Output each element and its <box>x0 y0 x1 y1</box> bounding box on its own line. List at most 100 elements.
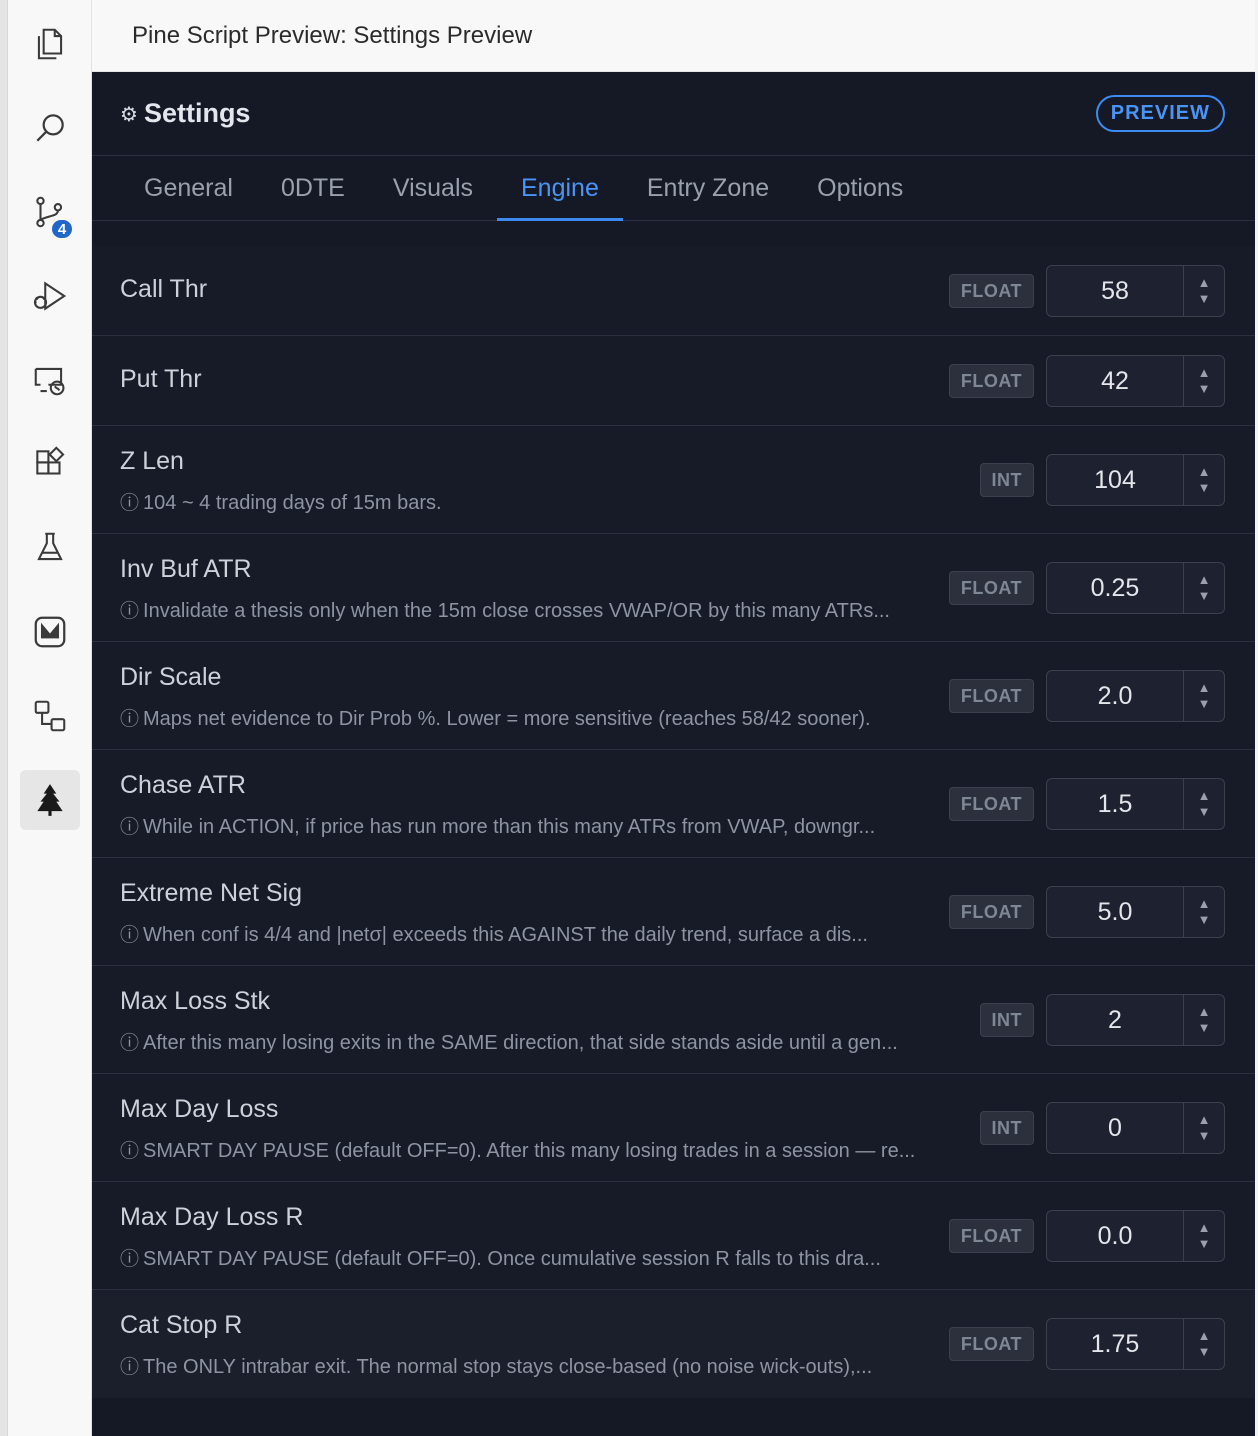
increment-icon[interactable]: ▲ <box>1198 897 1211 910</box>
preview-badge: PREVIEW <box>1095 95 1225 132</box>
input-value[interactable]: 5.0 <box>1047 887 1184 937</box>
input-value[interactable]: 104 <box>1047 455 1184 505</box>
setting-label: Put Thr <box>120 365 202 393</box>
number-input[interactable]: 42 ▲ ▼ <box>1046 355 1225 407</box>
tab-visuals[interactable]: Visuals <box>369 156 497 220</box>
decrement-icon[interactable]: ▼ <box>1198 1237 1211 1250</box>
increment-icon[interactable]: ▲ <box>1198 1113 1211 1126</box>
decrement-icon[interactable]: ▼ <box>1198 1345 1211 1358</box>
number-input[interactable]: 2 ▲ ▼ <box>1046 994 1225 1046</box>
decrement-icon[interactable]: ▼ <box>1198 589 1211 602</box>
input-value[interactable]: 0 <box>1047 1103 1184 1153</box>
increment-icon[interactable]: ▲ <box>1198 276 1211 289</box>
setting-label: Max Loss Stk <box>120 987 271 1015</box>
number-input[interactable]: 0.0 ▲ ▼ <box>1046 1210 1225 1262</box>
increment-icon[interactable]: ▲ <box>1198 573 1211 586</box>
number-input[interactable]: 5.0 ▲ ▼ <box>1046 886 1225 938</box>
files-icon <box>37 28 63 60</box>
setting-description: ⓘ Invalidate a thesis only when the 15m c… <box>120 596 890 623</box>
setting-label: Inv Buf ATR <box>120 555 252 583</box>
tab-0dte[interactable]: 0DTE <box>257 156 369 220</box>
increment-icon[interactable]: ▲ <box>1198 681 1211 694</box>
connections-button[interactable] <box>20 686 80 746</box>
setting-label: Call Thr <box>120 275 208 303</box>
type-tag: FLOAT <box>948 571 1034 605</box>
description-text: Maps net evidence to Dir Prob %. Lower =… <box>143 708 871 730</box>
tab-options[interactable]: Options <box>793 156 927 220</box>
decrement-icon[interactable]: ▼ <box>1198 805 1211 818</box>
search-button[interactable] <box>20 98 80 158</box>
setting-row-max-day-loss: Max Day Loss ⓘ SMART DAY PAUSE (default O… <box>92 1074 1255 1182</box>
increment-icon[interactable]: ▲ <box>1198 465 1211 478</box>
number-input[interactable]: 58 ▲ ▼ <box>1046 265 1225 317</box>
extensions-button[interactable] <box>20 434 80 494</box>
decrement-icon[interactable]: ▼ <box>1198 292 1211 305</box>
info-icon: ⓘ <box>120 817 140 838</box>
setting-row-max-day-loss-r: Max Day Loss R ⓘ SMART DAY PAUSE (default… <box>92 1182 1255 1290</box>
number-input[interactable]: 104 ▲ ▼ <box>1046 454 1225 506</box>
number-input[interactable]: 2.0 ▲ ▼ <box>1046 670 1225 722</box>
description-text: 104 ~ 4 trading days of 15m bars. <box>143 492 442 514</box>
input-value[interactable]: 0.25 <box>1047 563 1184 613</box>
number-input[interactable]: 0 ▲ ▼ <box>1046 1102 1225 1154</box>
input-value[interactable]: 1.75 <box>1047 1319 1184 1369</box>
decrement-icon[interactable]: ▼ <box>1198 697 1211 710</box>
increment-icon[interactable]: ▲ <box>1198 366 1211 379</box>
info-icon: ⓘ <box>120 1249 140 1270</box>
description-text: Invalidate a thesis only when the 15m cl… <box>143 600 890 622</box>
remote-explorer-button[interactable] <box>20 350 80 410</box>
search-icon <box>36 114 64 142</box>
tab-engine[interactable]: Engine <box>497 156 623 221</box>
window-edge <box>0 0 8 1436</box>
setting-description: ⓘ 104 ~ 4 trading days of 15m bars. <box>120 488 442 515</box>
info-icon: ⓘ <box>120 1357 140 1378</box>
increment-icon[interactable]: ▲ <box>1198 1221 1211 1234</box>
pine-script-button[interactable] <box>20 770 80 830</box>
stepper: ▲ ▼ <box>1184 887 1224 937</box>
info-icon: ⓘ <box>120 493 140 514</box>
tab-general[interactable]: General <box>120 156 257 220</box>
input-value[interactable]: 0.0 <box>1047 1211 1184 1261</box>
stepper: ▲ ▼ <box>1184 1211 1224 1261</box>
increment-icon[interactable]: ▲ <box>1198 1329 1211 1342</box>
decrement-icon[interactable]: ▼ <box>1198 382 1211 395</box>
input-value[interactable]: 42 <box>1047 356 1184 406</box>
extensions-icon <box>36 446 65 475</box>
input-value[interactable]: 2 <box>1047 995 1184 1045</box>
description-text: The ONLY intrabar exit. The normal stop … <box>143 1356 873 1378</box>
tab-entry-zone[interactable]: Entry Zone <box>623 156 793 220</box>
explorer-button[interactable] <box>20 14 80 74</box>
decrement-icon[interactable]: ▼ <box>1198 1129 1211 1142</box>
setting-row-chase-atr: Chase ATR ⓘ While in ACTION, if price has… <box>92 750 1255 858</box>
stepper: ▲ ▼ <box>1184 455 1224 505</box>
gitkraken-button[interactable] <box>20 602 80 662</box>
type-tag: FLOAT <box>948 364 1034 398</box>
setting-row-dir-scale: Dir Scale ⓘ Maps net evidence to Dir Prob… <box>92 642 1255 750</box>
decrement-icon[interactable]: ▼ <box>1198 481 1211 494</box>
input-value[interactable]: 2.0 <box>1047 671 1184 721</box>
remote-explorer-icon <box>34 367 65 396</box>
info-icon: ⓘ <box>120 1033 140 1054</box>
setting-description: ⓘ SMART DAY PAUSE (default OFF=0). Once c… <box>120 1244 881 1271</box>
setting-description: ⓘ The ONLY intrabar exit. The normal stop… <box>120 1352 872 1379</box>
number-input[interactable]: 1.5 ▲ ▼ <box>1046 778 1225 830</box>
type-tag: FLOAT <box>948 1219 1034 1253</box>
testing-button[interactable] <box>20 518 80 578</box>
increment-icon[interactable]: ▲ <box>1198 1005 1211 1018</box>
info-icon: ⓘ <box>120 601 140 622</box>
pine-tree-icon <box>37 784 63 816</box>
setting-row-cat-stop-r: Cat Stop R ⓘ The ONLY intrabar exit. The … <box>92 1290 1255 1398</box>
number-input[interactable]: 0.25 ▲ ▼ <box>1046 562 1225 614</box>
run-debug-button[interactable] <box>20 266 80 326</box>
number-input[interactable]: 1.75 ▲ ▼ <box>1046 1318 1225 1370</box>
decrement-icon[interactable]: ▼ <box>1198 913 1211 926</box>
input-value[interactable]: 1.5 <box>1047 779 1184 829</box>
stepper: ▲ ▼ <box>1184 1103 1224 1153</box>
gitkraken-icon <box>34 616 66 648</box>
setting-label: Max Day Loss <box>120 1095 279 1123</box>
source-control-button[interactable]: 4 <box>20 182 80 242</box>
input-value[interactable]: 58 <box>1047 266 1184 316</box>
increment-icon[interactable]: ▲ <box>1198 789 1211 802</box>
description-text: While in ACTION, if price has run more t… <box>143 816 876 838</box>
decrement-icon[interactable]: ▼ <box>1198 1021 1211 1034</box>
